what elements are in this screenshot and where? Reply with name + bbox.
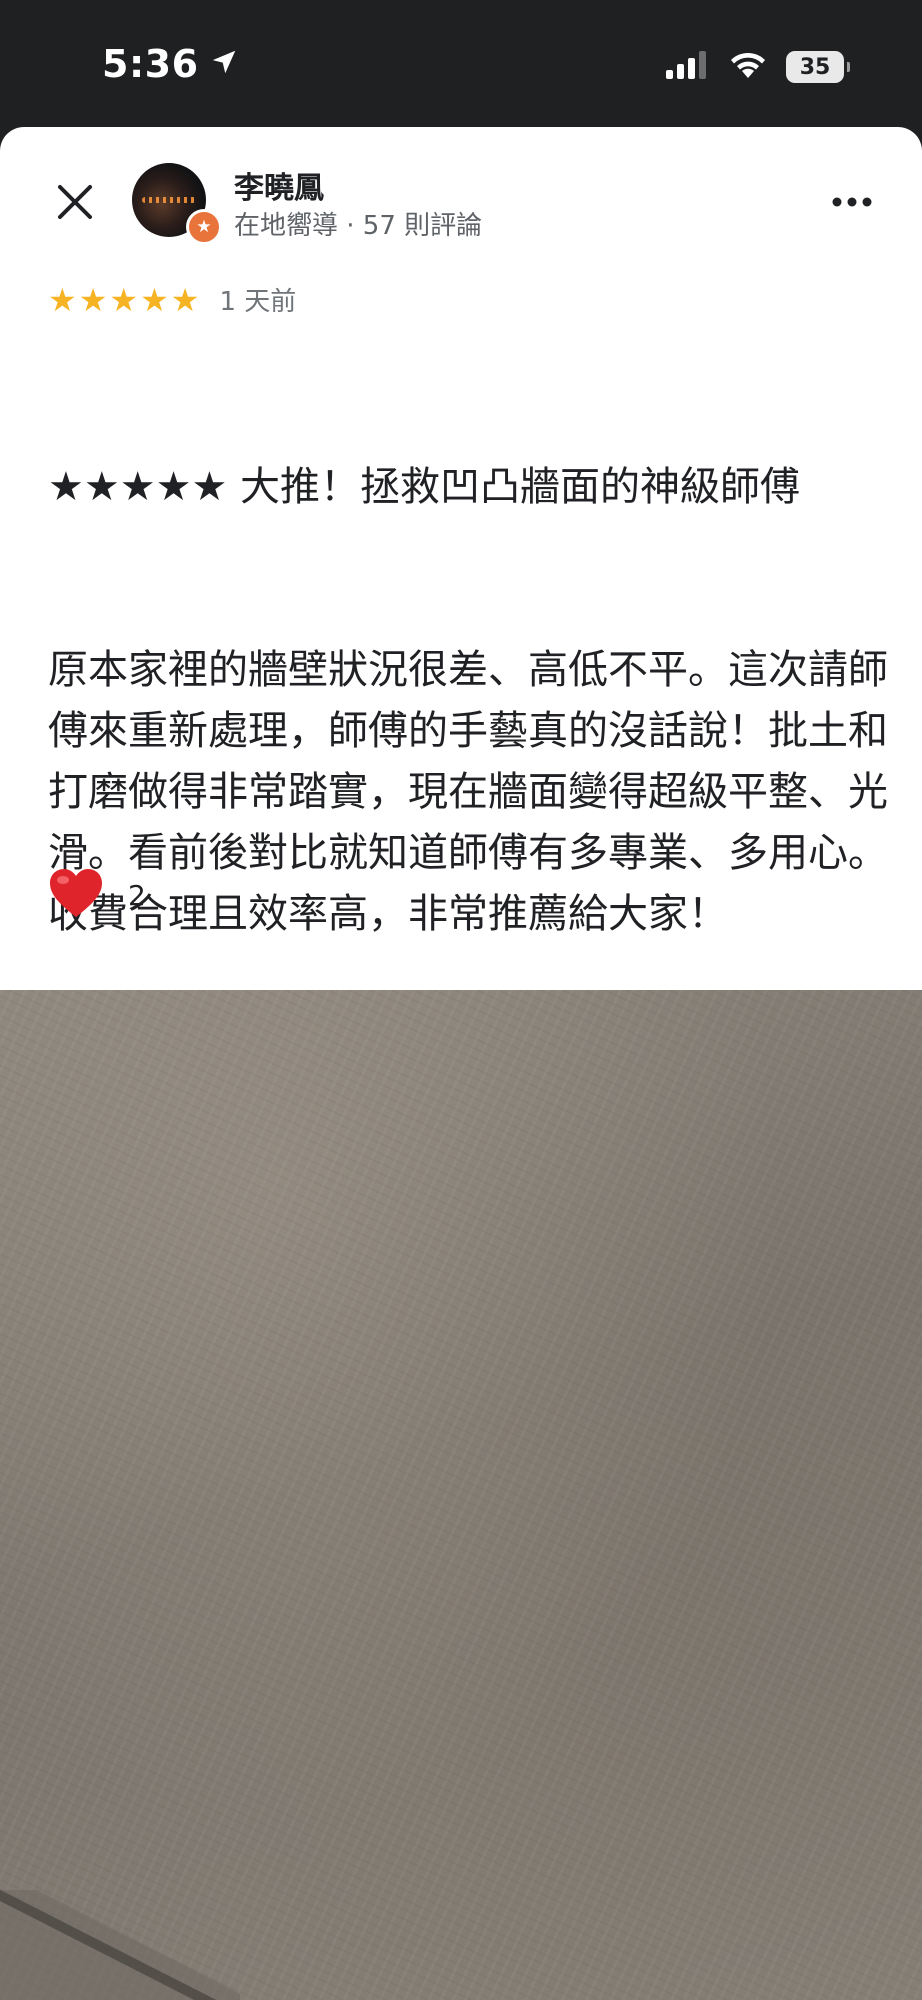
reviewer-name[interactable]: 李曉鳳 — [234, 163, 324, 207]
battery-level: 35 — [799, 54, 831, 80]
star-icon: ★ — [140, 280, 169, 319]
reviewer-meta: 在地嚮導 · 57 則評論 — [234, 211, 483, 241]
avatar-photo — [142, 197, 196, 203]
battery-icon: 35 — [786, 51, 850, 83]
review-title: ★★★★★ 大推！拯救凹凸牆面的神級師傅 — [48, 464, 801, 510]
review-body: 原本家裡的牆壁狀況很差、高低不平。這次請師傅來重新處理，師傅的手藝真的沒話說！批… — [48, 647, 888, 937]
more-options-button[interactable] — [822, 181, 882, 221]
review-time: 1 天前 — [219, 287, 297, 317]
like-button[interactable]: 2 — [48, 867, 146, 923]
star-icon: ★ — [170, 280, 200, 319]
heart-icon — [48, 867, 104, 923]
signal-icon — [666, 51, 710, 83]
status-indicators: 35 — [666, 50, 850, 84]
star-rating: ★ ★ ★ ★ ★ — [48, 284, 199, 316]
status-time-text: 5:36 — [102, 42, 199, 86]
photo-texture — [0, 990, 922, 2000]
star-icon: ★ — [78, 280, 108, 319]
review-text: ★★★★★ 大推！拯救凹凸牆面的神級師傅 原本家裡的牆壁狀況很差、高低不平。這次… — [48, 335, 888, 1067]
location-arrow-icon — [209, 42, 239, 86]
avatar[interactable]: ★ — [132, 163, 222, 245]
close-icon — [56, 183, 94, 225]
star-icon: ★ — [48, 280, 77, 319]
like-count: 2 — [128, 878, 146, 912]
review-photo[interactable] — [0, 990, 922, 2000]
close-button[interactable] — [46, 175, 104, 233]
wifi-icon — [728, 50, 768, 84]
photo-corner — [0, 1890, 240, 2000]
status-time: 5:36 — [102, 42, 239, 86]
star-icon: ★ — [109, 280, 139, 319]
local-guide-star-icon: ★ — [186, 209, 222, 245]
status-bar: 5:36 35 — [0, 0, 922, 128]
review-sheet: ★ 李曉鳳 在地嚮導 · 57 則評論 ★ ★ ★ ★ ★ 1 天前 ★★★★★ 大推！… — [0, 127, 922, 990]
rating-row: ★ ★ ★ ★ ★ 1 天前 — [48, 281, 296, 318]
more-icon — [832, 192, 872, 211]
